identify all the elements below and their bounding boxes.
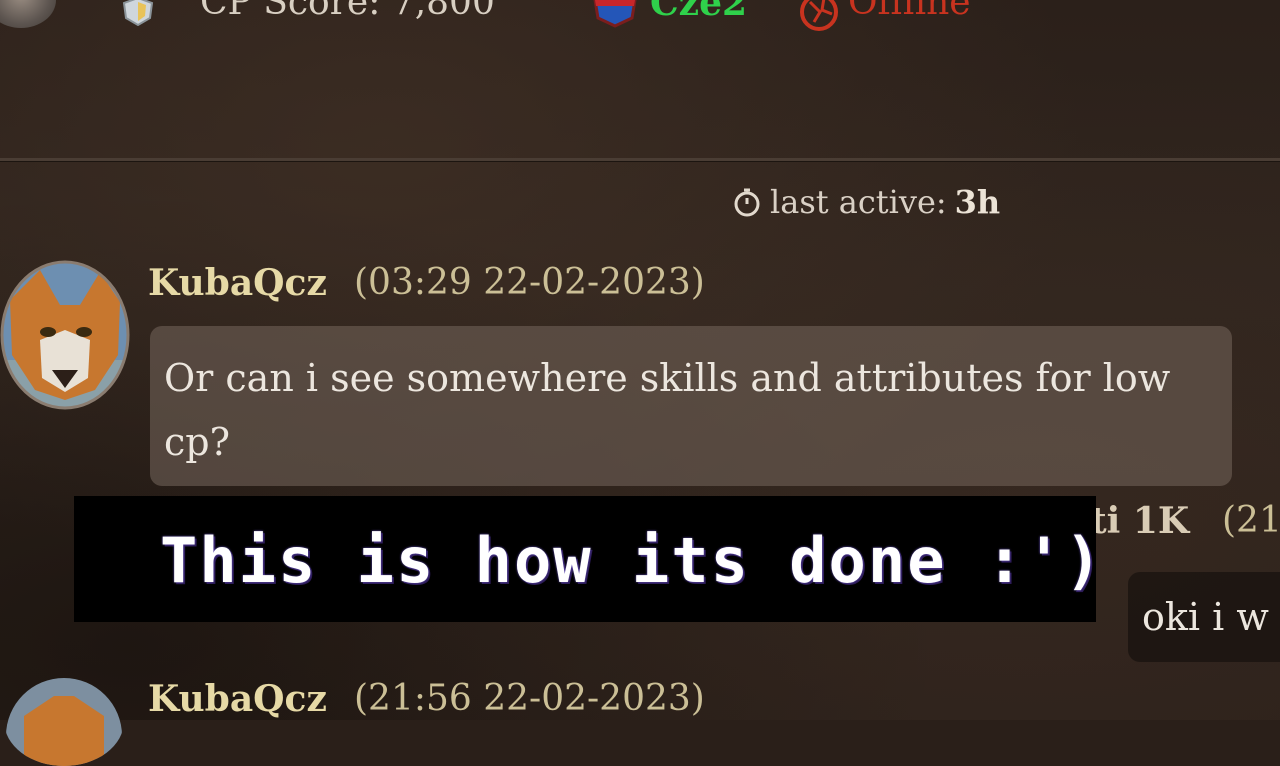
message-author[interactable]: KubaQcz	[148, 262, 327, 304]
caption-text: This is how its done :')	[160, 524, 1104, 597]
fox-avatar[interactable]	[4, 676, 124, 766]
country-label: Cze2	[650, 0, 748, 24]
reply-bubble: oki i w	[1128, 572, 1280, 662]
cp-score: CP Score: 7,800	[200, 0, 495, 23]
reply-author[interactable]: ti 1K	[1090, 500, 1189, 542]
message-author[interactable]: KubaQcz	[148, 678, 327, 720]
offline-status-icon	[800, 0, 838, 31]
message-bubble: Or can i see somewhere skills and attrib…	[150, 326, 1232, 486]
last-active-value: 3h	[954, 183, 1001, 221]
fox-avatar[interactable]	[0, 260, 130, 410]
reply-timestamp: (21	[1222, 500, 1280, 541]
header-avatar[interactable]	[0, 0, 56, 28]
shield-icon	[122, 0, 154, 26]
flag-icon	[593, 0, 637, 28]
message-timestamp: (03:29 22-02-2023)	[354, 262, 705, 303]
status-label: Offline	[848, 0, 971, 23]
section-divider	[0, 158, 1280, 162]
last-active-label: last active:	[770, 183, 947, 221]
profile-header: CP Score: 7,800 Cze2 Offline	[0, 0, 1280, 38]
message-timestamp: (21:56 22-02-2023)	[354, 678, 705, 719]
last-active: last active: 3h	[732, 182, 1000, 222]
timer-icon	[734, 188, 760, 217]
